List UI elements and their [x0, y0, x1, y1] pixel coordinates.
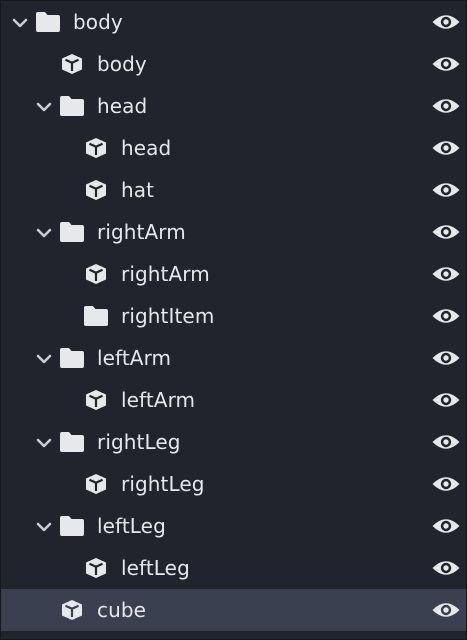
- chevron-down-icon[interactable]: [35, 97, 53, 115]
- eye-icon[interactable]: [431, 431, 461, 453]
- outliner-item-label: body: [97, 52, 147, 76]
- outliner-row-leftleg-cube[interactable]: leftLeg: [1, 547, 466, 589]
- cube-icon: [83, 179, 109, 201]
- outliner-row-cube-cube[interactable]: cube: [1, 589, 466, 631]
- eye-icon[interactable]: [431, 95, 461, 117]
- chevron-down-icon[interactable]: [35, 223, 53, 241]
- eye-icon[interactable]: [431, 137, 461, 159]
- outliner-row-leftarm-cube[interactable]: leftArm: [1, 379, 466, 421]
- outliner-panel: body body head head hat rightArm rightArm right…: [0, 0, 467, 640]
- folder-icon: [59, 347, 85, 369]
- eye-icon[interactable]: [431, 347, 461, 369]
- outliner-row-rightleg-cube[interactable]: rightLeg: [1, 463, 466, 505]
- chevron-down-icon[interactable]: [35, 517, 53, 535]
- folder-icon: [59, 95, 85, 117]
- outliner-item-label: leftLeg: [121, 556, 190, 580]
- outliner-item-label: cube: [97, 598, 147, 622]
- outliner-item-label: leftArm: [121, 388, 196, 412]
- outliner-row-rightleg-group[interactable]: rightLeg: [1, 421, 466, 463]
- folder-icon: [35, 11, 61, 33]
- outliner-item-label: rightArm: [121, 262, 210, 286]
- cube-icon: [83, 137, 109, 159]
- eye-icon[interactable]: [431, 179, 461, 201]
- outliner-row-hat-cube[interactable]: hat: [1, 169, 466, 211]
- outliner-item-label: body: [73, 10, 123, 34]
- cube-icon: [83, 263, 109, 285]
- eye-icon[interactable]: [431, 599, 461, 621]
- folder-icon: [59, 431, 85, 453]
- chevron-down-icon[interactable]: [35, 433, 53, 451]
- outliner-row-body-cube[interactable]: body: [1, 43, 466, 85]
- cube-icon: [59, 599, 85, 621]
- folder-icon: [59, 221, 85, 243]
- eye-icon[interactable]: [431, 305, 461, 327]
- outliner-row-leftarm-group[interactable]: leftArm: [1, 337, 466, 379]
- eye-icon[interactable]: [431, 263, 461, 285]
- outliner-item-label: rightItem: [121, 304, 215, 328]
- outliner-item-label: rightArm: [97, 220, 186, 244]
- outliner-item-label: hat: [121, 178, 155, 202]
- cube-icon: [59, 53, 85, 75]
- cube-icon: [83, 473, 109, 495]
- folder-icon: [83, 305, 109, 327]
- cube-icon: [83, 389, 109, 411]
- eye-icon[interactable]: [431, 221, 461, 243]
- outliner-row-rightarm-group[interactable]: rightArm: [1, 211, 466, 253]
- outliner-item-label: rightLeg: [97, 430, 181, 454]
- cube-icon: [83, 557, 109, 579]
- outliner-item-label: leftLeg: [97, 514, 166, 538]
- outliner-item-label: leftArm: [97, 346, 172, 370]
- outliner-row-leftleg-group[interactable]: leftLeg: [1, 505, 466, 547]
- eye-icon[interactable]: [431, 557, 461, 579]
- eye-icon[interactable]: [431, 473, 461, 495]
- chevron-down-icon[interactable]: [11, 13, 29, 31]
- outliner-row-head-group[interactable]: head: [1, 85, 466, 127]
- outliner-item-label: rightLeg: [121, 472, 205, 496]
- outliner-row-rightarm-cube[interactable]: rightArm: [1, 253, 466, 295]
- outliner-row-rightitem-group[interactable]: rightItem: [1, 295, 466, 337]
- outliner-row-body-group[interactable]: body: [1, 1, 466, 43]
- chevron-down-icon[interactable]: [35, 349, 53, 367]
- eye-icon[interactable]: [431, 515, 461, 537]
- outliner-row-head-cube[interactable]: head: [1, 127, 466, 169]
- outliner-item-label: head: [97, 94, 148, 118]
- eye-icon[interactable]: [431, 53, 461, 75]
- folder-icon: [59, 515, 85, 537]
- outliner-item-label: head: [121, 136, 172, 160]
- eye-icon[interactable]: [431, 389, 461, 411]
- eye-icon[interactable]: [431, 11, 461, 33]
